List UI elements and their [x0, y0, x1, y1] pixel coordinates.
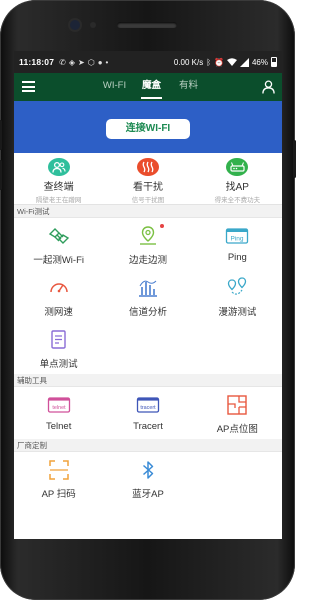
tracert-icon: tracert [136, 397, 160, 413]
tool-label: Ping [227, 252, 247, 263]
quick-action-subtitle: 隔壁老王在蹭网 [35, 197, 82, 204]
tool-single-point-test[interactable]: 单点测试 [14, 322, 103, 374]
ping-icon: Ping [226, 228, 249, 244]
section-header-vendor: 厂商定制 [14, 439, 282, 452]
tool-ping[interactable]: Ping Ping [193, 218, 282, 270]
telnet-icon: telnet [47, 397, 70, 413]
notification-icon: ⬡ [87, 57, 95, 67]
battery-level: 46% [251, 57, 268, 67]
tool-label: Tracert [133, 421, 163, 432]
interference-waves-icon [136, 158, 159, 176]
quick-action-subtitle: 得来全不费功夫 [214, 197, 261, 204]
network-speed: 0.00 K/s [173, 57, 204, 67]
tool-ap-scan[interactable]: AP 扫码 [14, 452, 103, 504]
scan-qr-icon [48, 460, 69, 480]
wifi-signal-icon [226, 57, 237, 66]
notification-icon: ◈ [68, 57, 76, 67]
status-time: 11:18:07 [19, 57, 55, 67]
proximity-sensor [90, 22, 96, 28]
handshake-icon [48, 228, 69, 244]
tool-label: 漫游测试 [218, 307, 257, 318]
bluetooth-status-icon: ᛒ [206, 57, 212, 67]
quick-action-title: 查终端 [43, 182, 74, 193]
quick-action-title: 找AP [225, 182, 249, 193]
earpiece-speaker [117, 22, 177, 28]
send-icon: ➤ [78, 57, 85, 67]
status-right: 0.00 K/s ᛒ ⏰ 46% [174, 57, 277, 67]
quick-action-title: 看干扰 [132, 182, 163, 193]
tool-label: 蓝牙AP [132, 489, 164, 500]
notification-icon: ● [97, 57, 103, 67]
wifi-test-grid: 一起测Wi-Fi 边走边测 Ping Ping 测网速 信道分析 漫游测试 单点… [14, 218, 282, 374]
tool-label: 单点测试 [39, 359, 78, 370]
status-bar: 11:18:07 ✆ ◈ ➤ ⬡ ● • 0.00 K/s ᛒ ⏰ 46% [14, 51, 282, 73]
quick-action-interference[interactable]: 看干扰 信号干扰图 [103, 153, 192, 204]
quick-actions: 查终端 隔壁老王在蹭网 看干扰 信号干扰图 找AP 得来全不费功夫 [14, 153, 282, 205]
tool-label: AP点位图 [216, 424, 258, 435]
cell-signal-icon [239, 57, 249, 67]
location-pin-icon [139, 226, 156, 245]
front-camera [70, 20, 80, 30]
tool-label: Telnet [45, 421, 72, 432]
more-icon: • [105, 57, 109, 67]
profile-icon[interactable] [262, 80, 275, 94]
tool-label: AP 扫码 [41, 489, 76, 500]
router-icon [226, 158, 249, 176]
connect-banner: 连接WI-FI [14, 101, 282, 153]
volume-button [0, 120, 2, 150]
tool-bluetooth-ap[interactable]: 蓝牙AP [103, 452, 192, 504]
notification-icons: ✆ ◈ ➤ ⬡ ● • [59, 58, 108, 67]
tool-ap-floor-map[interactable]: AP点位图 [193, 387, 282, 439]
tool-telnet[interactable]: telnet Telnet [14, 387, 103, 439]
document-edit-icon [50, 330, 66, 349]
quick-action-find-ap[interactable]: 找AP 得来全不费功夫 [193, 153, 282, 204]
battery-icon [271, 57, 277, 67]
tool-speed-test[interactable]: 测网速 [14, 270, 103, 322]
roaming-pins-icon [228, 277, 247, 295]
tab-content[interactable]: 有料 [170, 73, 207, 101]
user-terminal-icon [47, 158, 70, 176]
ping-icon-text: Ping [231, 236, 244, 243]
phone-frame: 11:18:07 ✆ ◈ ➤ ⬡ ● • 0.00 K/s ᛒ ⏰ 46% WI… [0, 0, 296, 600]
phone-chin [0, 539, 295, 600]
notification-icon: ✆ [59, 57, 66, 67]
section-header-wifi-test: Wi-Fi测试 [14, 205, 282, 218]
vendor-grid: AP 扫码 蓝牙AP [14, 452, 282, 504]
tool-label: 一起测Wi-Fi [33, 255, 84, 266]
power-button [293, 140, 296, 178]
connect-wifi-button[interactable]: 连接WI-FI [106, 119, 190, 139]
tab-wifi[interactable]: WI-FI [96, 73, 133, 101]
tool-label: 信道分析 [128, 307, 167, 318]
tool-walk-test[interactable]: 边走边测 [103, 218, 192, 270]
tracert-icon-text: tracert [140, 405, 156, 411]
tool-label: 边走边测 [128, 255, 167, 266]
top-nav-bar: WI-FI 魔盒 有料 [14, 73, 282, 101]
tools-grid: telnet Telnet tracert Tracert AP点位图 [14, 387, 282, 439]
tab-magic-box[interactable]: 魔盒 [133, 73, 170, 101]
new-badge [160, 224, 165, 228]
volume-button [0, 160, 2, 190]
tool-test-wifi-together[interactable]: 一起测Wi-Fi [14, 218, 103, 270]
floor-plan-icon [227, 395, 248, 415]
tool-channel-analysis[interactable]: 信道分析 [103, 270, 192, 322]
alarm-icon: ⏰ [214, 57, 224, 67]
quick-action-subtitle: 信号干扰图 [131, 197, 165, 204]
bluetooth-icon [142, 461, 154, 479]
tool-tracert[interactable]: tracert Tracert [103, 387, 192, 439]
quick-action-find-terminal[interactable]: 查终端 隔壁老王在蹭网 [14, 153, 103, 204]
app-screen: 11:18:07 ✆ ◈ ➤ ⬡ ● • 0.00 K/s ᛒ ⏰ 46% WI… [14, 51, 282, 539]
hamburger-menu-icon[interactable] [22, 81, 35, 92]
top-tabs: WI-FI 魔盒 有料 [96, 73, 207, 101]
speedometer-icon [49, 283, 68, 293]
tool-label: 测网速 [44, 307, 73, 318]
tool-roaming-test[interactable]: 漫游测试 [193, 270, 282, 322]
section-header-tools: 辅助工具 [14, 374, 282, 387]
telnet-icon-text: telnet [52, 405, 66, 411]
channel-bars-icon [138, 280, 157, 297]
